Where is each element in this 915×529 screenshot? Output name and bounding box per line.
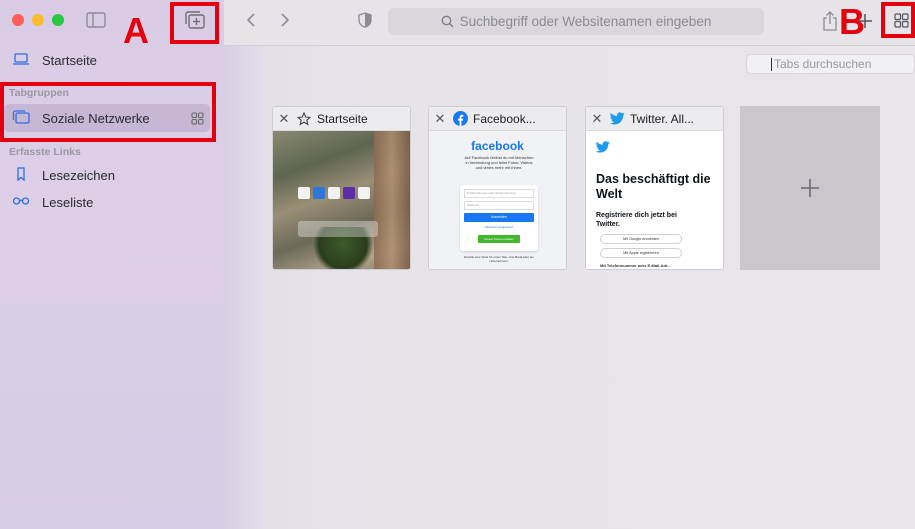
login-button: Anmelden — [464, 213, 534, 222]
bookmark-icon — [12, 166, 30, 184]
glasses-icon — [12, 194, 30, 211]
close-tab-icon[interactable]: ✕ — [586, 111, 608, 127]
google-signin-button: Mit Google anmelden — [600, 234, 682, 244]
tab-search-placeholder: Tabs durchsuchen — [774, 57, 872, 71]
tab-title: Startseite — [317, 111, 368, 126]
close-tab-icon[interactable]: ✕ — [429, 111, 451, 127]
twitter-subhead: Registriere dich jetzt bei Twitter. — [596, 212, 677, 228]
tab-groups-header: Tabgruppen — [9, 87, 69, 99]
tab-card-header: ✕ Startseite — [273, 107, 410, 131]
close-tab-icon[interactable]: ✕ — [273, 111, 295, 127]
tab-preview-startseite — [273, 131, 410, 269]
tab-card-header: ✕ Facebook... — [429, 107, 566, 131]
sidebar-shadow — [224, 0, 264, 529]
text-cursor — [771, 57, 772, 71]
forward-button[interactable] — [276, 10, 294, 30]
facebook-login-box: E-Mail-Adresse oder Telefonnummer Passwo… — [460, 185, 538, 251]
privacy-report-box — [298, 221, 378, 237]
password-field: Passwort — [464, 201, 534, 210]
tab-title: Facebook... — [473, 111, 536, 126]
tab-group-icon — [12, 109, 30, 127]
b-favorite-icon — [313, 187, 325, 199]
laptop-icon — [12, 52, 30, 69]
create-account-button: Neues Konto erstellen — [478, 235, 520, 243]
tab-card-header: ✕ Twitter. All... — [586, 107, 723, 131]
new-tab-group-icon[interactable] — [183, 10, 207, 32]
google-signin-label: Mit Google anmelden — [622, 237, 660, 241]
phone-signup-text: Mit Telefonnummer oder E-Mail-Adr... — [600, 263, 671, 268]
search-icon — [441, 15, 454, 28]
tab-overview-icon[interactable] — [891, 10, 911, 30]
back-button[interactable] — [242, 10, 260, 30]
sidebar-item-reading-list[interactable]: Leseliste — [12, 191, 93, 213]
minimize-window-button[interactable] — [32, 14, 44, 26]
apple-signup-button: Mit Apple registrieren — [600, 248, 682, 258]
sidebar-item-home[interactable]: Startseite — [12, 49, 97, 71]
twitter-headline: Das beschäftigt die Welt — [596, 172, 711, 201]
twitter-bird-icon — [596, 141, 610, 153]
annotation-marker-b: B — [839, 1, 865, 42]
building-shape — [374, 131, 410, 269]
tab-search-input[interactable]: Tabs durchsuchen — [746, 54, 915, 74]
sidebar — [0, 0, 224, 529]
address-placeholder: Suchbegriff oder Websitenamen eingeben — [459, 14, 712, 29]
annotation-marker-a: A — [123, 10, 149, 51]
captured-links-header: Erfasste Links — [9, 146, 81, 158]
google-favorite-icon — [328, 187, 340, 199]
sidebar-item-bookmarks[interactable]: Lesezeichen — [12, 164, 115, 186]
tab-card-startseite[interactable]: ✕ Startseite — [272, 106, 411, 270]
sidebar-item-tab-group[interactable]: Soziale Netzwerke — [12, 107, 208, 129]
favorites-row — [298, 187, 370, 199]
facebook-tagline: Auf Facebook bleibst du mit Menschen in … — [464, 155, 534, 170]
sidebar-item-label: Lesezeichen — [42, 167, 115, 183]
share-icon[interactable] — [821, 10, 839, 32]
facebook-icon — [451, 111, 469, 126]
tab-preview-facebook: facebook Auf Facebook bleibst du mit Men… — [429, 131, 566, 269]
apple-signup-label: Mit Apple registrieren — [623, 251, 659, 255]
yahoo-favorite-icon — [343, 187, 355, 199]
zoom-window-button[interactable] — [52, 14, 64, 26]
sidebar-toggle-icon[interactable] — [85, 11, 107, 29]
tab-title: Twitter. All... — [630, 111, 695, 126]
tab-card-facebook[interactable]: ✕ Facebook... facebook Auf Facebook blei… — [428, 106, 567, 270]
forgot-password-link: Passwort vergessen? — [484, 225, 514, 229]
sidebar-item-label: Leseliste — [42, 194, 94, 210]
facebook-footer: Erstelle eine Seite für einen Star, eine… — [464, 255, 534, 263]
new-tab-card[interactable] — [740, 106, 880, 270]
tab-overview-small-icon[interactable] — [188, 110, 206, 126]
star-icon — [295, 111, 313, 126]
sidebar-item-label: Startseite — [42, 52, 97, 68]
twitter-icon — [608, 112, 626, 125]
tab-preview-twitter: Das beschäftigt die Welt Registriere dic… — [586, 131, 723, 269]
tab-card-twitter[interactable]: ✕ Twitter. All... Das beschäftigt die We… — [585, 106, 724, 270]
tab-group-label: Soziale Netzwerke — [42, 110, 150, 126]
facebook-logo: facebook — [471, 139, 524, 153]
plus-icon — [801, 179, 819, 197]
apple-favorite-icon — [298, 187, 310, 199]
google2-favorite-icon — [358, 187, 370, 199]
close-window-button[interactable] — [12, 14, 24, 26]
email-field: E-Mail-Adresse oder Telefonnummer — [464, 189, 534, 198]
address-bar[interactable]: Suchbegriff oder Websitenamen eingeben — [388, 8, 764, 35]
privacy-shield-icon[interactable] — [356, 10, 374, 30]
